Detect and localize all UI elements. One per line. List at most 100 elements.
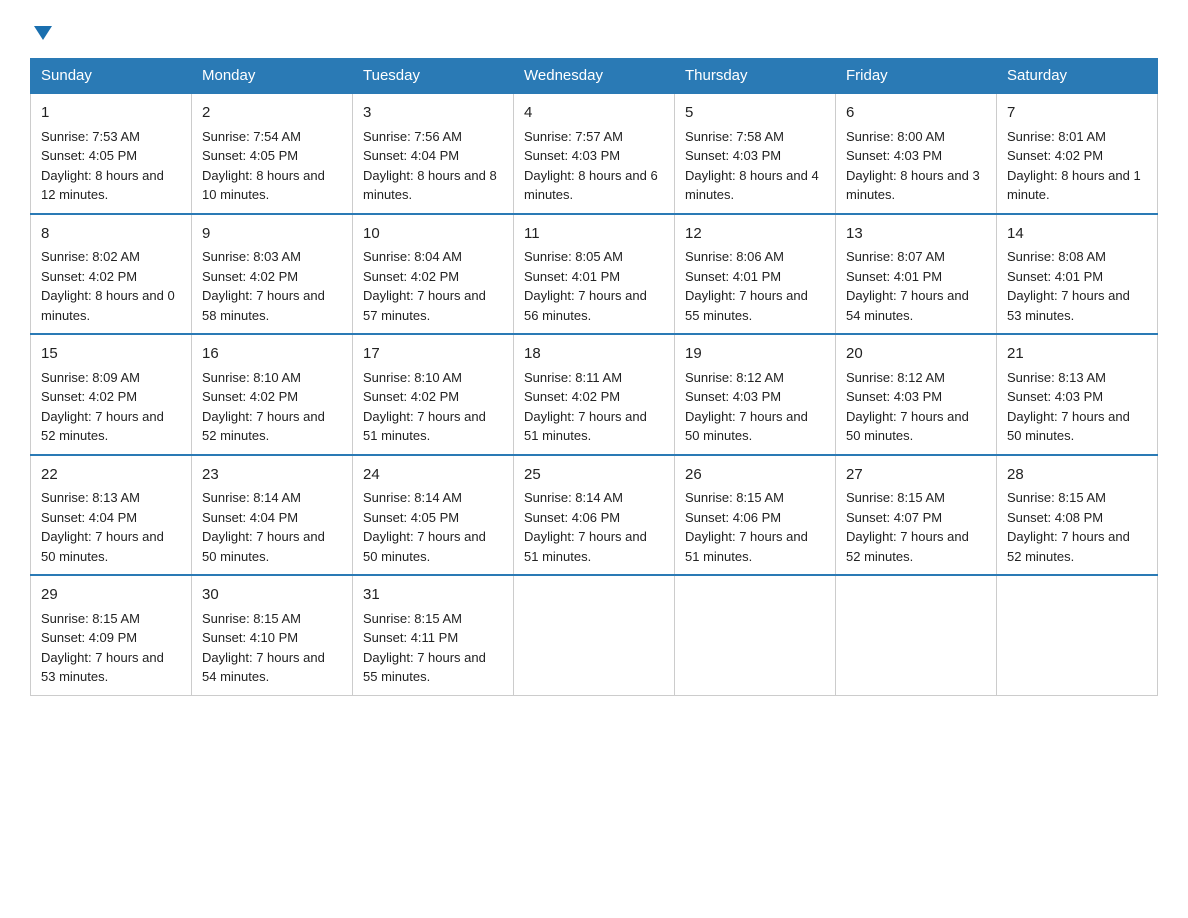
- calendar-cell: 2 Sunrise: 7:54 AMSunset: 4:05 PMDaylight…: [192, 93, 353, 214]
- calendar-cell: 24 Sunrise: 8:14 AMSunset: 4:05 PMDayligh…: [353, 455, 514, 576]
- day-number: 13: [846, 223, 986, 246]
- calendar-cell: [514, 575, 675, 695]
- calendar-cell: 30Sunrise: 8:15 AMSunset: 4:10 PMDayligh…: [192, 575, 353, 695]
- logo-block: [30, 20, 54, 40]
- week-row-3: 15Sunrise: 8:09 AMSunset: 4:02 PMDayligh…: [31, 334, 1158, 455]
- day-info: Sunrise: 7:53 AMSunset: 4:05 PMDaylight:…: [41, 129, 164, 203]
- week-row-2: 8 Sunrise: 8:02 AMSunset: 4:02 PMDaylight…: [31, 214, 1158, 335]
- calendar-cell: 22 Sunrise: 8:13 AMSunset: 4:04 PMDayligh…: [31, 455, 192, 576]
- calendar-cell: 6Sunrise: 8:00 AMSunset: 4:03 PMDaylight…: [836, 93, 997, 214]
- day-number: 21: [1007, 343, 1147, 366]
- calendar-cell: 1 Sunrise: 7:53 AMSunset: 4:05 PMDaylight…: [31, 93, 192, 214]
- day-info: Sunrise: 8:14 AMSunset: 4:04 PMDaylight:…: [202, 490, 325, 564]
- calendar-cell: 26 Sunrise: 8:15 AMSunset: 4:06 PMDayligh…: [675, 455, 836, 576]
- day-number: 8: [41, 223, 181, 246]
- header-cell-sunday: Sunday: [31, 59, 192, 94]
- day-number: 3: [363, 102, 503, 125]
- calendar-cell: 5 Sunrise: 7:58 AMSunset: 4:03 PMDaylight…: [675, 93, 836, 214]
- day-info: Sunrise: 8:01 AMSunset: 4:02 PMDaylight:…: [1007, 129, 1141, 203]
- day-info: Sunrise: 8:04 AMSunset: 4:02 PMDaylight:…: [363, 249, 486, 323]
- calendar-cell: 29Sunrise: 8:15 AMSunset: 4:09 PMDayligh…: [31, 575, 192, 695]
- day-info: Sunrise: 8:07 AMSunset: 4:01 PMDaylight:…: [846, 249, 969, 323]
- day-info: Sunrise: 8:10 AMSunset: 4:02 PMDaylight:…: [363, 370, 486, 444]
- day-info: Sunrise: 8:15 AMSunset: 4:11 PMDaylight:…: [363, 611, 486, 685]
- day-info: Sunrise: 8:05 AMSunset: 4:01 PMDaylight:…: [524, 249, 647, 323]
- header-cell-tuesday: Tuesday: [353, 59, 514, 94]
- header-cell-wednesday: Wednesday: [514, 59, 675, 94]
- day-info: Sunrise: 8:14 AMSunset: 4:05 PMDaylight:…: [363, 490, 486, 564]
- day-number: 20: [846, 343, 986, 366]
- header-cell-thursday: Thursday: [675, 59, 836, 94]
- day-info: Sunrise: 8:12 AMSunset: 4:03 PMDaylight:…: [685, 370, 808, 444]
- calendar-cell: [836, 575, 997, 695]
- day-info: Sunrise: 8:15 AMSunset: 4:10 PMDaylight:…: [202, 611, 325, 685]
- day-info: Sunrise: 7:56 AMSunset: 4:04 PMDaylight:…: [363, 129, 497, 203]
- calendar-body: 1 Sunrise: 7:53 AMSunset: 4:05 PMDaylight…: [31, 93, 1158, 695]
- day-number: 9: [202, 223, 342, 246]
- day-number: 11: [524, 223, 664, 246]
- calendar-cell: [675, 575, 836, 695]
- header-cell-friday: Friday: [836, 59, 997, 94]
- day-info: Sunrise: 8:15 AMSunset: 4:08 PMDaylight:…: [1007, 490, 1130, 564]
- calendar-cell: 31 Sunrise: 8:15 AMSunset: 4:11 PMDayligh…: [353, 575, 514, 695]
- page-header: [30, 20, 1158, 40]
- day-number: 28: [1007, 464, 1147, 487]
- day-number: 7: [1007, 102, 1147, 125]
- calendar-cell: 17 Sunrise: 8:10 AMSunset: 4:02 PMDayligh…: [353, 334, 514, 455]
- day-info: Sunrise: 7:58 AMSunset: 4:03 PMDaylight:…: [685, 129, 819, 203]
- day-number: 4: [524, 102, 664, 125]
- day-info: Sunrise: 8:15 AMSunset: 4:06 PMDaylight:…: [685, 490, 808, 564]
- day-number: 25: [524, 464, 664, 487]
- calendar-table: SundayMondayTuesdayWednesdayThursdayFrid…: [30, 58, 1158, 696]
- header-cell-saturday: Saturday: [997, 59, 1158, 94]
- day-number: 26: [685, 464, 825, 487]
- calendar-cell: 4Sunrise: 7:57 AMSunset: 4:03 PMDaylight…: [514, 93, 675, 214]
- calendar-cell: 28 Sunrise: 8:15 AMSunset: 4:08 PMDayligh…: [997, 455, 1158, 576]
- day-number: 14: [1007, 223, 1147, 246]
- week-row-4: 22 Sunrise: 8:13 AMSunset: 4:04 PMDayligh…: [31, 455, 1158, 576]
- calendar-cell: 14 Sunrise: 8:08 AMSunset: 4:01 PMDayligh…: [997, 214, 1158, 335]
- day-number: 31: [363, 584, 503, 607]
- day-number: 12: [685, 223, 825, 246]
- day-info: Sunrise: 7:54 AMSunset: 4:05 PMDaylight:…: [202, 129, 325, 203]
- logo: [30, 20, 54, 40]
- day-number: 18: [524, 343, 664, 366]
- calendar-header: SundayMondayTuesdayWednesdayThursdayFrid…: [31, 59, 1158, 94]
- day-number: 10: [363, 223, 503, 246]
- day-info: Sunrise: 8:14 AMSunset: 4:06 PMDaylight:…: [524, 490, 647, 564]
- header-cell-monday: Monday: [192, 59, 353, 94]
- day-info: Sunrise: 8:12 AMSunset: 4:03 PMDaylight:…: [846, 370, 969, 444]
- day-info: Sunrise: 8:15 AMSunset: 4:07 PMDaylight:…: [846, 490, 969, 564]
- day-info: Sunrise: 8:15 AMSunset: 4:09 PMDaylight:…: [41, 611, 164, 685]
- week-row-1: 1 Sunrise: 7:53 AMSunset: 4:05 PMDaylight…: [31, 93, 1158, 214]
- calendar-cell: 25 Sunrise: 8:14 AMSunset: 4:06 PMDayligh…: [514, 455, 675, 576]
- calendar-cell: 15Sunrise: 8:09 AMSunset: 4:02 PMDayligh…: [31, 334, 192, 455]
- day-info: Sunrise: 8:13 AMSunset: 4:04 PMDaylight:…: [41, 490, 164, 564]
- day-number: 2: [202, 102, 342, 125]
- day-info: Sunrise: 8:02 AMSunset: 4:02 PMDaylight:…: [41, 249, 175, 323]
- calendar-cell: 7 Sunrise: 8:01 AMSunset: 4:02 PMDaylight…: [997, 93, 1158, 214]
- day-number: 16: [202, 343, 342, 366]
- day-info: Sunrise: 8:08 AMSunset: 4:01 PMDaylight:…: [1007, 249, 1130, 323]
- calendar-cell: 12Sunrise: 8:06 AMSunset: 4:01 PMDayligh…: [675, 214, 836, 335]
- day-number: 22: [41, 464, 181, 487]
- calendar-cell: 8 Sunrise: 8:02 AMSunset: 4:02 PMDaylight…: [31, 214, 192, 335]
- week-row-5: 29Sunrise: 8:15 AMSunset: 4:09 PMDayligh…: [31, 575, 1158, 695]
- day-info: Sunrise: 8:13 AMSunset: 4:03 PMDaylight:…: [1007, 370, 1130, 444]
- day-info: Sunrise: 8:03 AMSunset: 4:02 PMDaylight:…: [202, 249, 325, 323]
- calendar-cell: 21 Sunrise: 8:13 AMSunset: 4:03 PMDayligh…: [997, 334, 1158, 455]
- day-info: Sunrise: 8:10 AMSunset: 4:02 PMDaylight:…: [202, 370, 325, 444]
- header-row: SundayMondayTuesdayWednesdayThursdayFrid…: [31, 59, 1158, 94]
- day-number: 17: [363, 343, 503, 366]
- day-number: 6: [846, 102, 986, 125]
- day-number: 1: [41, 102, 181, 125]
- day-number: 5: [685, 102, 825, 125]
- day-number: 23: [202, 464, 342, 487]
- calendar-cell: 3 Sunrise: 7:56 AMSunset: 4:04 PMDaylight…: [353, 93, 514, 214]
- calendar-cell: 10 Sunrise: 8:04 AMSunset: 4:02 PMDayligh…: [353, 214, 514, 335]
- calendar-cell: 19 Sunrise: 8:12 AMSunset: 4:03 PMDayligh…: [675, 334, 836, 455]
- calendar-cell: 23 Sunrise: 8:14 AMSunset: 4:04 PMDayligh…: [192, 455, 353, 576]
- day-number: 19: [685, 343, 825, 366]
- day-number: 24: [363, 464, 503, 487]
- day-info: Sunrise: 8:11 AMSunset: 4:02 PMDaylight:…: [524, 370, 647, 444]
